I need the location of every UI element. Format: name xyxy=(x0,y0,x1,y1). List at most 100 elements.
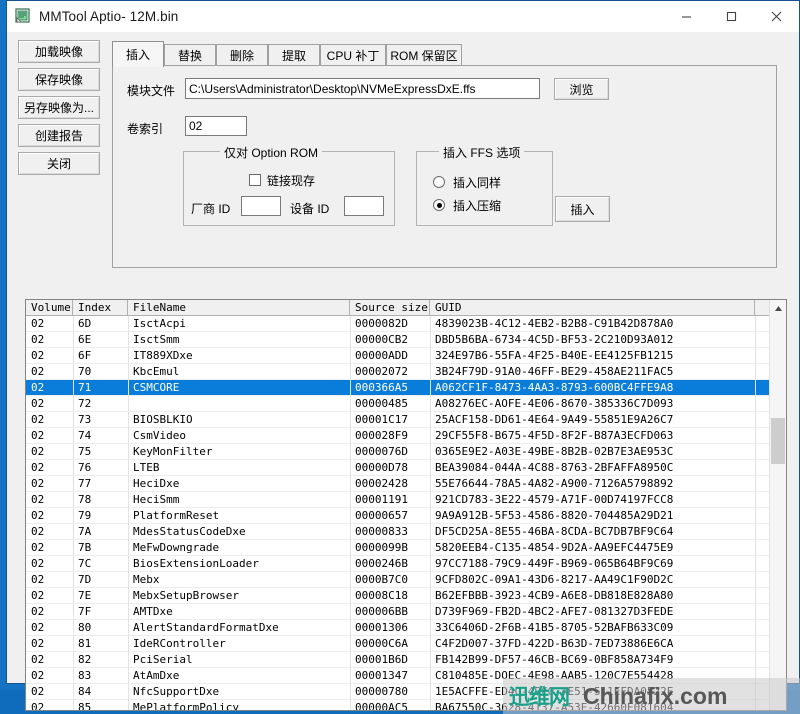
vendor-id-input[interactable] xyxy=(241,196,281,216)
insert-button[interactable]: 插入 xyxy=(555,196,610,222)
cell-source-size: 00000AC5 xyxy=(350,700,430,711)
minimize-button[interactable] xyxy=(664,1,709,32)
link-existing-label: 链接现存 xyxy=(267,172,315,189)
cell-source-size: 00000780 xyxy=(350,684,430,699)
table-row[interactable]: 0273BIOSBLKIO00001C1725ACF158-DD61-4E64-… xyxy=(26,412,786,428)
title-bar[interactable]: MMTool Aptio- 12M.bin xyxy=(7,1,799,32)
table-row[interactable]: 027200000485A08276EC-AOFE-4E06-8670-3853… xyxy=(26,396,786,412)
cell-index: 6E xyxy=(73,332,128,347)
list-vertical-scrollbar[interactable] xyxy=(769,300,786,710)
cell-index: 7D xyxy=(73,572,128,587)
cell-volume: 02 xyxy=(26,700,73,711)
cell-guid: 921CD783-3E22-4579-A71F-00D74197FCC8 xyxy=(430,492,755,507)
table-row[interactable]: 0274CsmVideo000028F929CF55F8-B675-4F5D-8… xyxy=(26,428,786,444)
table-row[interactable]: 027FAMTDxe000006BBD739F969-FB2D-4BC2-AFE… xyxy=(26,604,786,620)
cell-index: 76 xyxy=(73,460,128,475)
table-row[interactable]: 026FIT889XDxe00000ADD324E97B6-55FA-4F25-… xyxy=(26,348,786,364)
cell-index: 78 xyxy=(73,492,128,507)
cell-filename: PlatformReset xyxy=(128,508,350,523)
table-row[interactable]: 027AMdesStatusCodeDxe00000833DF5CD25A-8E… xyxy=(26,524,786,540)
cell-volume: 02 xyxy=(26,540,73,555)
column-header-filename[interactable]: FileName xyxy=(128,300,350,315)
insert-compressed-radio[interactable] xyxy=(433,199,445,211)
mmtool-app-icon xyxy=(15,8,32,25)
cell-volume: 02 xyxy=(26,444,73,459)
cell-filename: KbcEmul xyxy=(128,364,350,379)
cell-guid: C810485E-DOEC-4E98-AAB5-120C7E554428 xyxy=(430,668,755,683)
window-controls xyxy=(664,1,799,32)
cell-guid: 5820EEB4-C135-4854-9D2A-AA9EFC4475E9 xyxy=(430,540,755,555)
tab-cpu-patch[interactable]: CPU 补丁 xyxy=(320,44,386,66)
cell-filename: IsctAcpi xyxy=(128,316,350,331)
table-row[interactable]: 0270KbcEmul000020723B24F79D-91A0-46FF-BE… xyxy=(26,364,786,380)
scrollbar-thumb[interactable] xyxy=(771,418,785,464)
save-image-button[interactable]: 保存映像 xyxy=(18,68,100,91)
table-row[interactable]: 0278HeciSmm00001191921CD783-3E22-4579-A7… xyxy=(26,492,786,508)
table-row[interactable]: 027EMebxSetupBrowser00008C18B62EFBBB-392… xyxy=(26,588,786,604)
link-existing-checkbox[interactable] xyxy=(249,174,261,186)
insert-same-label: 插入同样 xyxy=(453,174,501,191)
table-row[interactable]: 026DIsctAcpi0000082D4839023B-4C12-4EB2-B… xyxy=(26,316,786,332)
cell-volume: 02 xyxy=(26,476,73,491)
column-header-guid[interactable]: GUID xyxy=(430,300,755,315)
cell-source-size: 00001347 xyxy=(350,668,430,683)
cell-filename: BiosExtensionLoader xyxy=(128,556,350,571)
table-row[interactable]: 0281IdeRController00000C6AC4F2D007-37FD-… xyxy=(26,636,786,652)
create-report-button[interactable]: 创建报告 xyxy=(18,124,100,147)
module-file-input[interactable]: C:\Users\Administrator\Desktop\NVMeExpre… xyxy=(185,78,540,99)
cell-index: 73 xyxy=(73,412,128,427)
table-row[interactable]: 0275KeyMonFilter0000076D0365E9E2-A03E-49… xyxy=(26,444,786,460)
device-id-input[interactable] xyxy=(344,196,384,216)
cell-filename xyxy=(128,396,350,411)
close-window-button[interactable]: 关闭 xyxy=(18,152,100,175)
column-header-source-size[interactable]: Source size xyxy=(350,300,430,315)
close-button[interactable] xyxy=(754,1,799,32)
table-row[interactable]: 027DMebx0000B7C09CFD802C-09A1-43D6-8217-… xyxy=(26,572,786,588)
tab-extract[interactable]: 提取 xyxy=(268,44,320,66)
tab-insert[interactable]: 插入 xyxy=(112,41,164,67)
table-row[interactable]: 0283AtAmDxe00001347C810485E-DOEC-4E98-AA… xyxy=(26,668,786,684)
module-list[interactable]: Volume Index FileName Source size GUID 0… xyxy=(25,299,787,711)
table-row[interactable]: 0276LTEB00000D78BEA39084-044A-4C88-8763-… xyxy=(26,460,786,476)
table-row[interactable]: 0284NfcSupportDxe000007801E5ACFFE-ED4C-4… xyxy=(26,684,786,700)
insert-tab-panel: 模块文件 C:\Users\Administrator\Desktop\NVMe… xyxy=(112,65,777,268)
table-row[interactable]: 027BMeFwDowngrade0000099B5820EEB4-C135-4… xyxy=(26,540,786,556)
save-image-as-button[interactable]: 另存映像为... xyxy=(18,96,100,119)
cell-index: 82 xyxy=(73,652,128,667)
browse-button[interactable]: 浏览 xyxy=(554,78,609,100)
scroll-up-arrow-icon[interactable] xyxy=(770,300,786,317)
option-rom-group-title: 仅对 Option ROM xyxy=(220,144,322,161)
volume-index-input[interactable]: 02 xyxy=(185,116,247,136)
table-row[interactable]: 0285MePlatformPolicy00000AC5BA67550C-362… xyxy=(26,700,786,711)
table-row[interactable]: 026EIsctSmm00000CB2DBD5B6BA-6734-4C5D-BF… xyxy=(26,332,786,348)
table-row[interactable]: 0282PciSerial00001B6DFB142B99-DF57-46CB-… xyxy=(26,652,786,668)
insert-same-radio[interactable] xyxy=(433,176,445,188)
table-row[interactable]: 0280AlertStandardFormatDxe0000130633C640… xyxy=(26,620,786,636)
cell-filename: KeyMonFilter xyxy=(128,444,350,459)
cell-index: 71 xyxy=(73,380,128,395)
column-header-volume[interactable]: Volume xyxy=(26,300,73,315)
cell-volume: 02 xyxy=(26,428,73,443)
table-row[interactable]: 0277HeciDxe0000242855E76644-78A5-4A82-A9… xyxy=(26,476,786,492)
table-row[interactable]: 0279PlatformReset000006579A9A912B-5F53-4… xyxy=(26,508,786,524)
tab-delete[interactable]: 删除 xyxy=(216,44,268,66)
load-image-button[interactable]: 加载映像 xyxy=(18,40,100,63)
cell-volume: 02 xyxy=(26,668,73,683)
table-row[interactable]: 0271CSMCORE000366A5A062CF1F-8473-4AA3-87… xyxy=(26,380,786,396)
tab-rom-hole[interactable]: ROM 保留区 xyxy=(386,44,462,66)
cell-source-size: 00001B6D xyxy=(350,652,430,667)
cell-filename: Mebx xyxy=(128,572,350,587)
column-header-index[interactable]: Index xyxy=(73,300,128,315)
tab-replace[interactable]: 替换 xyxy=(164,44,216,66)
ffs-options-group-title: 插入 FFS 选项 xyxy=(439,144,524,161)
cell-index: 7E xyxy=(73,588,128,603)
cell-guid: 9CFD802C-09A1-43D6-8217-AA49C1F90D2C xyxy=(430,572,755,587)
cell-filename: HeciSmm xyxy=(128,492,350,507)
table-row[interactable]: 027CBiosExtensionLoader0000246B97CC7188-… xyxy=(26,556,786,572)
cell-guid: 324E97B6-55FA-4F25-B40E-EE4125FB1215 xyxy=(430,348,755,363)
cell-source-size: 00002072 xyxy=(350,364,430,379)
cell-index: 85 xyxy=(73,700,128,711)
cell-source-size: 0000B7C0 xyxy=(350,572,430,587)
maximize-button[interactable] xyxy=(709,1,754,32)
cell-guid: 3B24F79D-91A0-46FF-BE29-458AE211FAC5 xyxy=(430,364,755,379)
